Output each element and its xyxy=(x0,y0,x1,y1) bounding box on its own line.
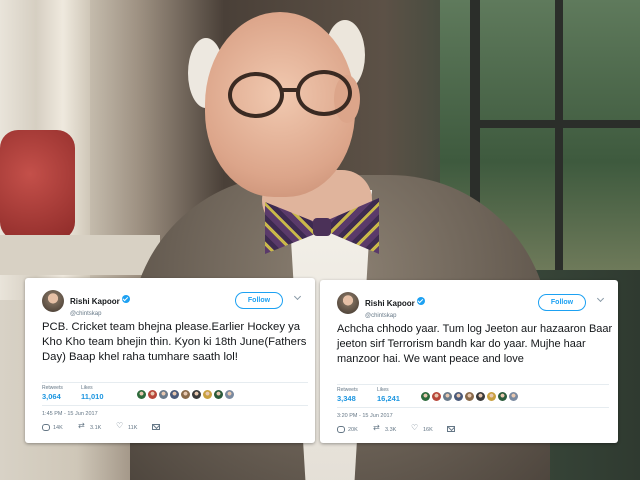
liker-avatar[interactable] xyxy=(443,392,452,401)
tweet-timestamp[interactable]: 3:20 PM - 15 Jun 2017 xyxy=(337,413,393,419)
direct-message-icon xyxy=(447,426,455,432)
avatar[interactable] xyxy=(337,292,359,314)
likes-label: Likes xyxy=(377,387,389,393)
verified-badge-icon xyxy=(121,294,130,303)
window-frame-bar xyxy=(555,0,563,270)
liker-avatars xyxy=(421,392,520,402)
sofa xyxy=(0,235,160,275)
reply-count: 20K xyxy=(348,426,358,433)
red-cushion xyxy=(0,130,75,240)
tweet-header: Rishi Kapoor @chintskap Follow xyxy=(337,292,604,319)
liker-avatar[interactable] xyxy=(421,392,430,401)
retweet-icon xyxy=(78,421,87,431)
liker-avatar[interactable] xyxy=(148,390,157,399)
glasses-lens xyxy=(296,70,352,116)
liker-avatars xyxy=(137,390,236,400)
like-action-count: 16K xyxy=(423,426,433,433)
liker-avatar[interactable] xyxy=(225,390,234,399)
likes-label: Likes xyxy=(81,385,93,391)
retweet-icon xyxy=(373,423,382,433)
retweet-button[interactable]: 3.3K xyxy=(373,423,397,433)
retweets-value: 3,064 xyxy=(42,392,61,401)
liker-avatar[interactable] xyxy=(465,392,474,401)
round-glasses xyxy=(228,70,356,118)
liker-avatar[interactable] xyxy=(487,392,496,401)
liker-avatar[interactable] xyxy=(137,390,146,399)
bowtie-wing xyxy=(327,198,379,254)
author-handle[interactable]: @chintskap xyxy=(70,311,130,317)
likes-value: 11,010 xyxy=(81,392,104,401)
reply-icon xyxy=(42,424,50,431)
bowtie-wing xyxy=(265,202,317,254)
reply-icon xyxy=(337,426,345,433)
liker-avatar[interactable] xyxy=(454,392,463,401)
author-info: Rishi Kapoor @chintskap xyxy=(70,291,130,317)
tweet-stats: Retweets 3,064 Likes 11,010 xyxy=(42,382,308,406)
like-action-count: 11K xyxy=(128,424,138,431)
author-name[interactable]: Rishi Kapoor xyxy=(70,297,120,306)
retweets-label: Retweets xyxy=(337,387,358,393)
follow-button[interactable]: Follow xyxy=(235,292,283,309)
liker-avatar[interactable] xyxy=(203,390,212,399)
tweet-text: PCB. Cricket team bhejna please.Earlier … xyxy=(42,321,307,363)
retweets-value: 3,348 xyxy=(337,394,356,403)
tweet-card: Rishi Kapoor @chintskap Follow PCB. Cric… xyxy=(25,278,315,443)
liker-avatar[interactable] xyxy=(214,390,223,399)
retweet-count[interactable]: Retweets 3,348 xyxy=(337,387,358,403)
tweet-card: Rishi Kapoor @chintskap Follow Achcha ch… xyxy=(320,280,618,443)
liker-avatar[interactable] xyxy=(498,392,507,401)
glasses-lens xyxy=(228,72,284,118)
tweet-text: Achcha chhodo yaar. Tum log Jeeton aur h… xyxy=(337,323,613,365)
heart-icon xyxy=(116,421,125,431)
author-handle[interactable]: @chintskap xyxy=(365,313,425,319)
like-count[interactable]: Likes 11,010 xyxy=(81,385,104,401)
plaid-bowtie xyxy=(265,198,380,256)
verified-badge-icon xyxy=(416,296,425,305)
liker-avatar[interactable] xyxy=(432,392,441,401)
retweet-action-count: 3.1K xyxy=(90,424,102,431)
likes-value: 16,241 xyxy=(377,394,400,403)
tweet-stats: Retweets 3,348 Likes 16,241 xyxy=(337,384,609,408)
liker-avatar[interactable] xyxy=(170,390,179,399)
reply-count: 14K xyxy=(53,424,63,431)
liker-avatar[interactable] xyxy=(159,390,168,399)
bowtie-knot xyxy=(313,218,331,236)
author-info: Rishi Kapoor @chintskap xyxy=(365,293,425,319)
retweet-button[interactable]: 3.1K xyxy=(78,421,102,431)
tweet-timestamp[interactable]: 1:45 PM - 15 Jun 2017 xyxy=(42,411,98,417)
chevron-down-icon[interactable] xyxy=(294,294,301,301)
retweet-count[interactable]: Retweets 3,064 xyxy=(42,385,63,401)
direct-message-button[interactable] xyxy=(447,426,458,432)
direct-message-button[interactable] xyxy=(152,424,163,430)
chevron-down-icon[interactable] xyxy=(597,296,604,303)
retweets-label: Retweets xyxy=(42,385,63,391)
liker-avatar[interactable] xyxy=(476,392,485,401)
reply-button[interactable]: 14K xyxy=(42,424,63,431)
like-button[interactable]: 16K xyxy=(411,423,433,433)
like-count[interactable]: Likes 16,241 xyxy=(377,387,400,403)
retweet-action-count: 3.3K xyxy=(385,426,397,433)
like-button[interactable]: 11K xyxy=(116,421,138,431)
avatar[interactable] xyxy=(42,290,64,312)
follow-button[interactable]: Follow xyxy=(538,294,586,311)
liker-avatar[interactable] xyxy=(181,390,190,399)
heart-icon xyxy=(411,423,420,433)
direct-message-icon xyxy=(152,424,160,430)
tweet-header: Rishi Kapoor @chintskap Follow xyxy=(42,290,301,317)
liker-avatar[interactable] xyxy=(192,390,201,399)
liker-avatar[interactable] xyxy=(509,392,518,401)
reply-button[interactable]: 20K xyxy=(337,426,358,433)
author-name[interactable]: Rishi Kapoor xyxy=(365,299,415,308)
